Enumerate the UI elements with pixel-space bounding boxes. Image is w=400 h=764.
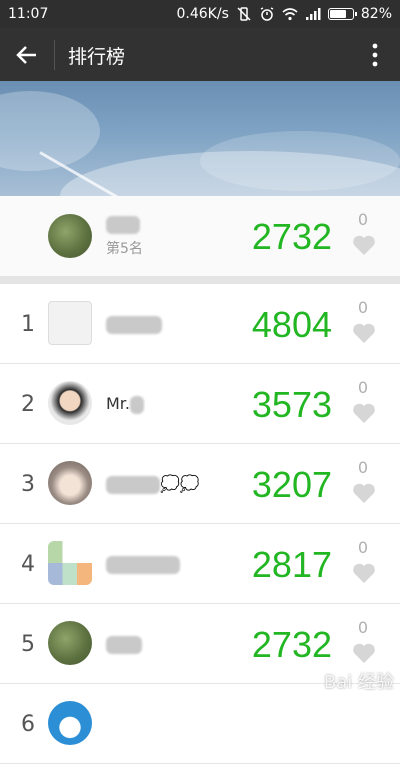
avatar[interactable] bbox=[48, 541, 92, 585]
alarm-icon bbox=[260, 7, 274, 21]
status-icons: 0.46K/s 82% bbox=[177, 6, 393, 22]
list-item[interactable]: 3 💭💭 3207 0 bbox=[0, 444, 400, 524]
heart-icon[interactable] bbox=[352, 322, 376, 344]
app-bar-divider bbox=[54, 40, 55, 70]
avatar[interactable] bbox=[48, 701, 92, 745]
rank-number: 2 bbox=[21, 392, 35, 417]
avatar[interactable] bbox=[48, 461, 92, 505]
user-name bbox=[106, 554, 180, 574]
status-time: 11:07 bbox=[8, 6, 49, 22]
avatar[interactable] bbox=[48, 214, 92, 258]
like-count: 0 bbox=[357, 618, 369, 637]
vibrate-off-icon bbox=[237, 7, 251, 21]
rank-number: 1 bbox=[21, 312, 35, 337]
app-bar: 排行榜 bbox=[0, 28, 400, 81]
step-score: 2817 bbox=[251, 544, 332, 585]
list-item[interactable]: 6 bbox=[0, 684, 400, 764]
like-count: 0 bbox=[357, 298, 369, 317]
user-name bbox=[106, 314, 162, 334]
speech-bubble-icon: 💭💭 bbox=[160, 474, 200, 493]
my-rank-position: 第5名 bbox=[106, 241, 143, 257]
my-score: 2732 bbox=[251, 216, 332, 257]
step-score: 2732 bbox=[251, 624, 332, 665]
my-rank-row[interactable]: 第5名 2732 0 bbox=[0, 196, 400, 276]
wifi-icon bbox=[282, 8, 298, 21]
banner-cloud bbox=[60, 151, 400, 196]
avatar[interactable] bbox=[48, 621, 92, 665]
more-vertical-icon[interactable] bbox=[370, 42, 380, 68]
like-count: 0 bbox=[357, 538, 369, 557]
user-name bbox=[106, 634, 142, 654]
like-count: 0 bbox=[357, 458, 369, 477]
status-bar: 11:07 0.46K/s 82% bbox=[0, 0, 400, 28]
rank-number: 3 bbox=[21, 472, 35, 497]
like-count: 0 bbox=[357, 210, 369, 229]
signal-icon bbox=[305, 8, 321, 20]
battery-percent: 82% bbox=[360, 6, 392, 22]
user-name: Mr. bbox=[106, 394, 144, 414]
heart-icon[interactable] bbox=[352, 402, 376, 424]
list-item[interactable]: 2 Mr. 3573 0 bbox=[0, 364, 400, 444]
list-item[interactable]: 4 2817 0 bbox=[0, 524, 400, 604]
step-score: 3573 bbox=[251, 384, 332, 425]
section-divider bbox=[0, 276, 400, 284]
heart-icon[interactable] bbox=[352, 562, 376, 584]
my-name bbox=[106, 214, 140, 234]
cover-banner bbox=[0, 81, 400, 196]
rank-number: 5 bbox=[21, 632, 35, 657]
heart-icon[interactable] bbox=[352, 482, 376, 504]
battery-icon bbox=[327, 8, 357, 20]
step-score: 3207 bbox=[251, 464, 332, 505]
heart-icon[interactable] bbox=[352, 642, 376, 664]
avatar[interactable] bbox=[48, 381, 92, 425]
avatar[interactable] bbox=[48, 301, 92, 345]
list-item[interactable]: 1 4804 0 bbox=[0, 284, 400, 364]
rank-number: 4 bbox=[21, 552, 35, 577]
arrow-left-icon[interactable] bbox=[14, 42, 40, 68]
page-title: 排行榜 bbox=[68, 46, 126, 68]
like-count: 0 bbox=[357, 378, 369, 397]
heart-icon[interactable] bbox=[352, 234, 376, 256]
watermark: Bai 经验 bbox=[323, 672, 394, 693]
step-score: 4804 bbox=[251, 304, 332, 345]
user-name: 💭💭 bbox=[106, 474, 200, 494]
network-speed: 0.46K/s bbox=[176, 6, 229, 22]
